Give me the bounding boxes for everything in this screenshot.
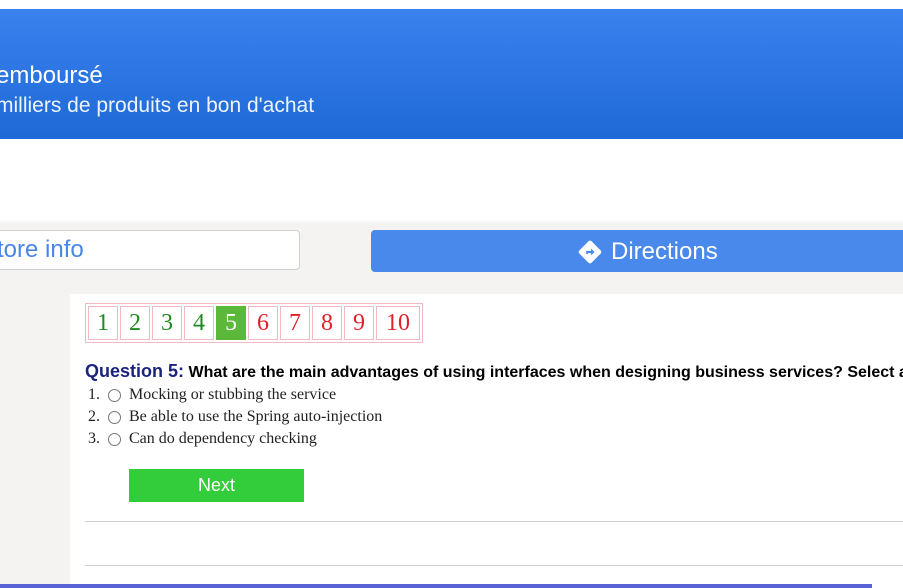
- answer-radio[interactable]: [108, 410, 121, 424]
- banner-title: emboursé: [0, 62, 103, 89]
- top-strip: [0, 0, 903, 9]
- answer-number: 3.: [88, 430, 100, 447]
- answer-radio[interactable]: [108, 432, 121, 446]
- directions-button[interactable]: Directions: [371, 230, 903, 272]
- bottom-bar: [0, 584, 872, 588]
- quiz-panel: 1 2 3 4 5 6 7 8 9 10 Question 5: What ar…: [70, 294, 903, 588]
- answer-text: Mocking or stubbing the service: [129, 386, 337, 403]
- next-button[interactable]: Next: [129, 469, 304, 502]
- pager-item-10[interactable]: 10: [376, 306, 420, 340]
- store-info-button[interactable]: tore info: [0, 230, 300, 270]
- pager-item-6[interactable]: 6: [248, 306, 278, 340]
- directions-label: Directions: [611, 238, 718, 265]
- divider: [85, 521, 903, 522]
- pager-item-9[interactable]: 9: [344, 306, 374, 340]
- answer-number: 1.: [88, 386, 100, 403]
- answer-option-3[interactable]: 3. Can do dependency checking: [88, 428, 382, 450]
- question-pager: 1 2 3 4 5 6 7 8 9 10: [85, 303, 423, 343]
- divider: [85, 565, 903, 566]
- answer-option-2[interactable]: 2. Be able to use the Spring auto-inject…: [88, 406, 382, 428]
- question-label: Question 5:: [85, 361, 185, 381]
- answer-list: 1. Mocking or stubbing the service 2. Be…: [88, 384, 382, 450]
- pager-item-5[interactable]: 5: [216, 306, 246, 340]
- banner-subtitle: milliers de produits en bon d'achat: [0, 94, 315, 117]
- answer-text: Be able to use the Spring auto-injection: [129, 408, 383, 425]
- pager-item-3[interactable]: 3: [152, 306, 182, 340]
- pager-item-8[interactable]: 8: [312, 306, 342, 340]
- store-info-label: tore info: [0, 236, 84, 263]
- pager-item-1[interactable]: 1: [88, 306, 118, 340]
- ad-banner[interactable]: emboursé milliers de produits en bon d'a…: [0, 9, 903, 139]
- answer-number: 2.: [88, 408, 100, 425]
- directions-diamond-icon: [578, 240, 602, 264]
- question-heading: Question 5: What are the main advantages…: [85, 361, 903, 382]
- answer-radio[interactable]: [108, 388, 121, 402]
- pager-item-7[interactable]: 7: [280, 306, 310, 340]
- pager-item-4[interactable]: 4: [184, 306, 214, 340]
- answer-text: Can do dependency checking: [129, 430, 317, 447]
- answer-option-1[interactable]: 1. Mocking or stubbing the service: [88, 384, 382, 406]
- pager-item-2[interactable]: 2: [120, 306, 150, 340]
- question-text: What are the main advantages of using in…: [188, 364, 903, 381]
